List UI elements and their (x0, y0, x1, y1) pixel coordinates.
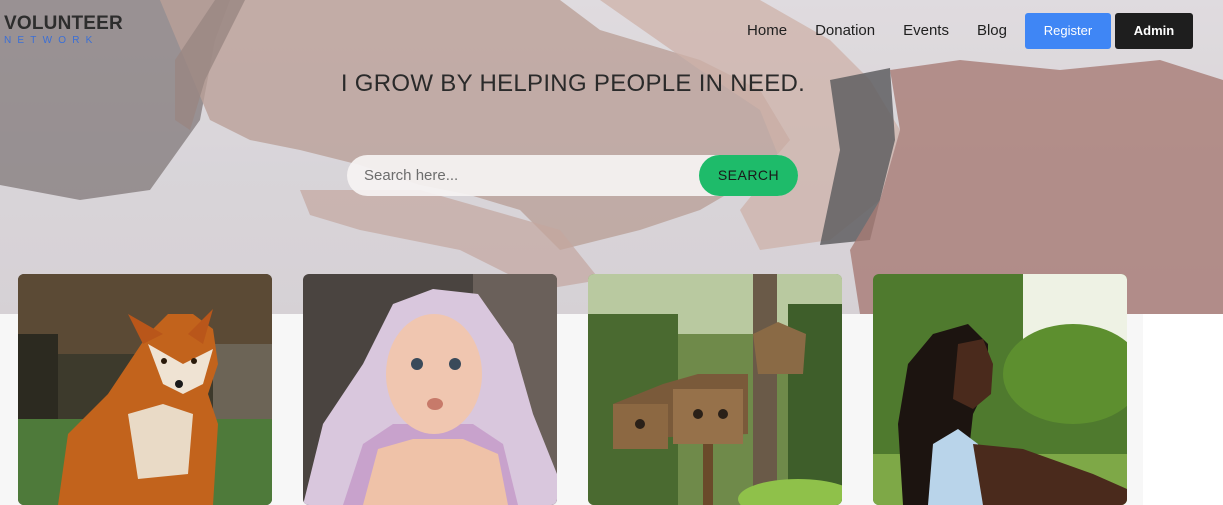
card-girl[interactable] (873, 274, 1127, 505)
nav-events-link[interactable]: Events (903, 13, 949, 49)
logo-text: VOLUNTEER (4, 13, 123, 34)
main-nav: Home Donation Events Blog Register Admin (719, 13, 1193, 49)
site-logo[interactable]: VOLUNTEER NETWORK (4, 14, 123, 46)
search-button[interactable]: SEARCH (699, 155, 798, 196)
girl-photo (873, 274, 1127, 505)
search-input[interactable] (347, 155, 707, 196)
hero-headline: I GROW BY HELPING PEOPLE IN NEED. (340, 70, 806, 97)
card-baby[interactable] (303, 274, 557, 505)
logo-subtext: NETWORK (4, 35, 99, 46)
register-button[interactable]: Register (1025, 13, 1111, 49)
baby-photo (303, 274, 557, 505)
nav-blog-link[interactable]: Blog (977, 13, 1007, 49)
search-bar: SEARCH (347, 155, 798, 196)
card-birdhouse[interactable] (588, 274, 842, 505)
admin-button[interactable]: Admin (1115, 13, 1193, 49)
fox-photo (18, 274, 272, 505)
card-fox[interactable] (18, 274, 272, 505)
birdhouse-photo (588, 274, 842, 505)
hero-banner: VOLUNTEER NETWORK Home Donation Events B… (0, 0, 1223, 314)
nav-home-link[interactable]: Home (747, 13, 787, 49)
nav-donation-link[interactable]: Donation (815, 13, 875, 49)
